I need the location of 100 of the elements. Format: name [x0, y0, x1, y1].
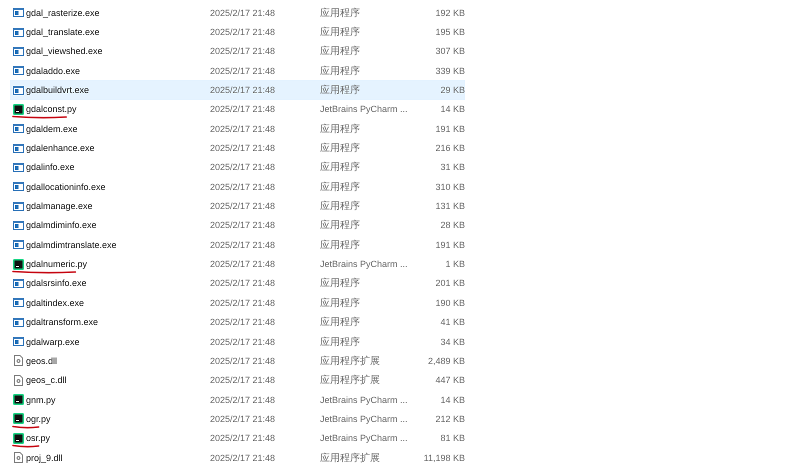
file-row[interactable]: geos_c.dll 2025/2/17 21:48 应用程序扩展 447 KB [10, 370, 465, 390]
file-size: 28 KB [439, 220, 465, 230]
application-icon [12, 337, 24, 346]
file-name: gdal_translate.exe [26, 27, 100, 38]
file-name: gdal_viewshed.exe [26, 46, 103, 56]
modified-date: 2025/2/17 21:48 [210, 162, 276, 172]
file-row[interactable]: osr.py 2025/2/17 21:48 JetBrains PyCharm ... 81 KB [10, 428, 465, 448]
application-icon [12, 202, 24, 211]
modified-date: 2025/2/17 21:48 [210, 240, 276, 250]
application-icon [12, 298, 24, 308]
file-size: 2,489 KB [426, 356, 465, 366]
file-type: 应用程序 [320, 84, 361, 98]
file-name: gdalmdiminfo.exe [26, 220, 97, 230]
file-size: 195 KB [434, 27, 465, 38]
file-type: 应用程序 [320, 26, 361, 40]
file-size: 310 KB [434, 182, 465, 192]
file-row[interactable]: gdal_rasterize.exe 2025/2/17 21:48 应用程序 192 KB [10, 3, 465, 22]
file-row[interactable]: gdallocationinfo.exe 2025/2/17 21:48 应用程序 310 KB [10, 177, 465, 196]
modified-date: 2025/2/17 21:48 [210, 317, 276, 328]
file-type: 应用程序 [320, 316, 361, 330]
file-row[interactable]: gdalmdimtranslate.exe 2025/2/17 21:48 应用程序 191 KB [10, 235, 465, 254]
file-row[interactable]: gdal_viewshed.exe 2025/2/17 21:48 应用程序 307 KB [10, 42, 465, 62]
file-name: gdalconst.py [26, 104, 77, 114]
file-row[interactable]: gdaladdo.exe 2025/2/17 21:48 应用程序 339 KB [10, 61, 465, 80]
file-type: JetBrains PyCharm ... [320, 259, 409, 270]
file-type: 应用程序 [320, 6, 361, 20]
file-size: 81 KB [439, 433, 465, 444]
modified-date: 2025/2/17 21:48 [210, 8, 276, 18]
file-size: 31 KB [439, 162, 465, 172]
file-type: 应用程序 [320, 336, 361, 349]
file-name: gdalwarp.exe [26, 336, 80, 347]
file-size: 201 KB [434, 278, 465, 288]
modified-date: 2025/2/17 21:48 [210, 182, 276, 192]
file-type: 应用程序 [320, 180, 361, 194]
pycharm-file-icon [12, 104, 24, 115]
file-size: 41 KB [439, 317, 465, 328]
pycharm-file-icon [12, 258, 24, 270]
file-size: 190 KB [434, 298, 465, 308]
file-row[interactable]: ogr.py 2025/2/17 21:48 JetBrains PyCharm ... 212 KB [10, 409, 465, 429]
file-row[interactable]: gdalwarp.exe 2025/2/17 21:48 应用程序 34 KB [10, 332, 465, 352]
application-icon [12, 8, 24, 18]
application-icon [12, 240, 24, 250]
pycharm-file-icon [12, 413, 24, 424]
file-row[interactable]: gdaldem.exe 2025/2/17 21:48 应用程序 191 KB [10, 119, 465, 138]
application-icon [12, 318, 24, 327]
file-name: gdallocationinfo.exe [26, 182, 106, 192]
file-row[interactable]: geos.dll 2025/2/17 21:48 应用程序扩展 2,489 KB [10, 351, 465, 371]
file-row[interactable]: gdalbuildvrt.exe 2025/2/17 21:48 应用程序 29 KB [10, 80, 465, 100]
application-icon [12, 182, 24, 192]
file-size: 216 KB [434, 143, 465, 154]
file-size: 307 KB [434, 46, 465, 56]
file-row[interactable]: gdalmanage.exe 2025/2/17 21:48 应用程序 131 KB [10, 196, 465, 216]
file-size: 11,198 KB [422, 452, 465, 463]
file-size: 192 KB [434, 8, 465, 18]
application-icon [12, 28, 24, 37]
file-type: 应用程序 [320, 122, 361, 136]
modified-date: 2025/2/17 21:48 [210, 85, 276, 96]
file-type: 应用程序扩展 [320, 354, 381, 368]
application-icon [12, 124, 24, 134]
pycharm-file-icon [12, 432, 24, 444]
pycharm-file-icon [12, 394, 24, 406]
file-type: JetBrains PyCharm ... [320, 433, 409, 444]
file-name: gdalsrsinfo.exe [26, 278, 87, 288]
file-row[interactable]: gdal_translate.exe 2025/2/17 21:48 应用程序 195 KB [10, 22, 465, 42]
file-row[interactable]: gdalinfo.exe 2025/2/17 21:48 应用程序 31 KB [10, 158, 465, 178]
file-size: 191 KB [434, 240, 465, 250]
file-size: 14 KB [439, 394, 465, 405]
file-row[interactable]: gdalenhance.exe 2025/2/17 21:48 应用程序 216 KB [10, 138, 465, 158]
file-row[interactable]: gdalsrsinfo.exe 2025/2/17 21:48 应用程序 201 KB [10, 274, 465, 294]
file-row[interactable]: gdaltransform.exe 2025/2/17 21:48 应用程序 41 KB [10, 312, 465, 332]
modified-date: 2025/2/17 21:48 [210, 201, 276, 212]
file-row[interactable]: gdalmdiminfo.exe 2025/2/17 21:48 应用程序 28 KB [10, 216, 465, 236]
file-name: gnm.py [26, 394, 56, 405]
file-name: gdal_rasterize.exe [26, 8, 100, 18]
file-name: gdaladdo.exe [26, 66, 80, 76]
file-type: 应用程序 [320, 200, 361, 214]
file-size: 191 KB [434, 124, 465, 134]
application-icon [12, 46, 24, 56]
file-type: JetBrains PyCharm ... [320, 414, 409, 424]
file-row[interactable]: gdaltindex.exe 2025/2/17 21:48 应用程序 190 KB [10, 293, 465, 312]
file-type: 应用程序 [320, 44, 361, 58]
file-size: 339 KB [434, 66, 465, 76]
file-name: osr.py [26, 433, 50, 444]
file-name: gdaltransform.exe [26, 317, 98, 328]
file-name: gdaldem.exe [26, 124, 78, 134]
file-row[interactable]: gdalnumeric.py 2025/2/17 21:48 JetBrains PyCharm ... 1 KB [10, 254, 465, 274]
file-name: proj_9.dll [26, 452, 63, 463]
modified-date: 2025/2/17 21:48 [210, 356, 276, 366]
file-row[interactable]: proj_9.dll 2025/2/17 21:48 应用程序扩展 11,198 KB [10, 448, 465, 467]
file-row[interactable]: gnm.py 2025/2/17 21:48 JetBrains PyCharm ... 14 KB [10, 390, 465, 410]
modified-date: 2025/2/17 21:48 [210, 336, 276, 347]
file-row[interactable]: gdalconst.py 2025/2/17 21:48 JetBrains PyCharm ... 14 KB [10, 100, 465, 120]
file-name: gdalbuildvrt.exe [26, 85, 90, 96]
modified-date: 2025/2/17 21:48 [210, 124, 276, 134]
file-type: 应用程序 [320, 238, 361, 252]
application-icon [12, 86, 24, 95]
application-icon [12, 220, 24, 230]
file-name: gdalmanage.exe [26, 201, 93, 212]
application-icon [12, 278, 24, 288]
modified-date: 2025/2/17 21:48 [210, 414, 276, 424]
